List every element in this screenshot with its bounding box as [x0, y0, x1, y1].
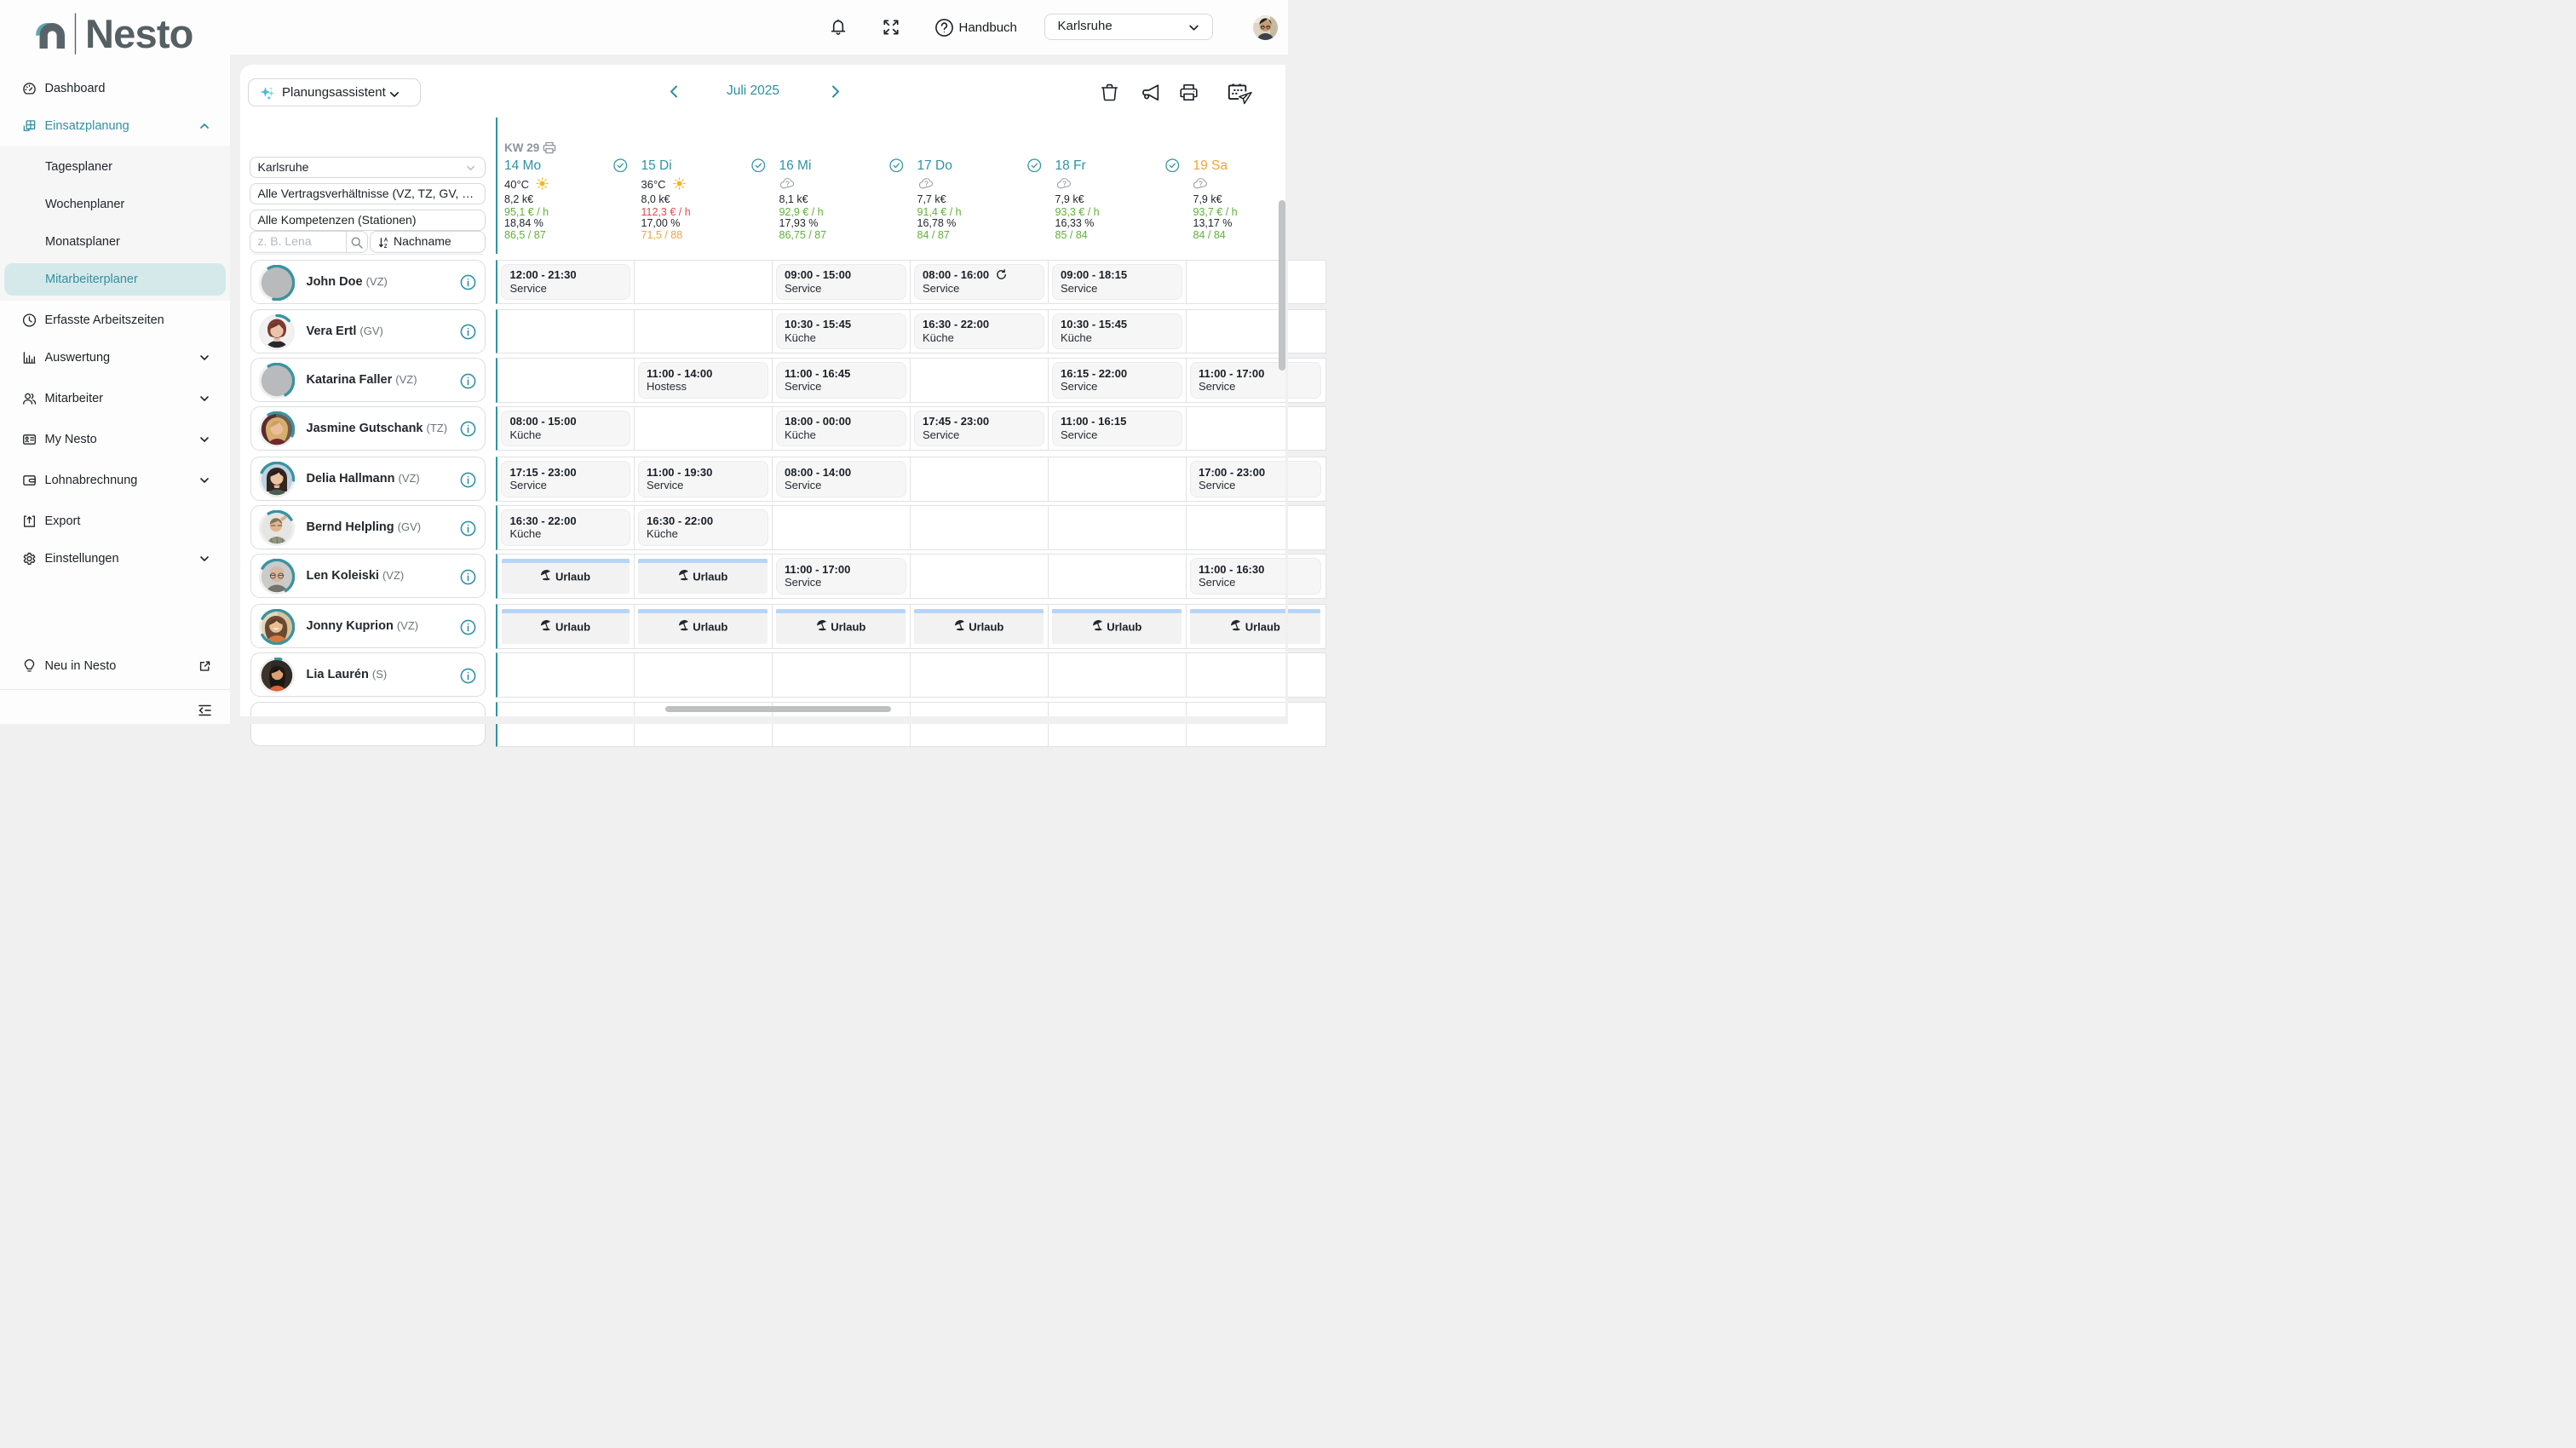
svg-text:Z: Z [383, 244, 387, 249]
svg-text:?: ? [924, 181, 929, 188]
svg-text:?: ? [1199, 181, 1203, 188]
svg-text:?: ? [1062, 181, 1067, 188]
svg-text:A: A [383, 237, 388, 243]
svg-text:?: ? [785, 181, 790, 188]
